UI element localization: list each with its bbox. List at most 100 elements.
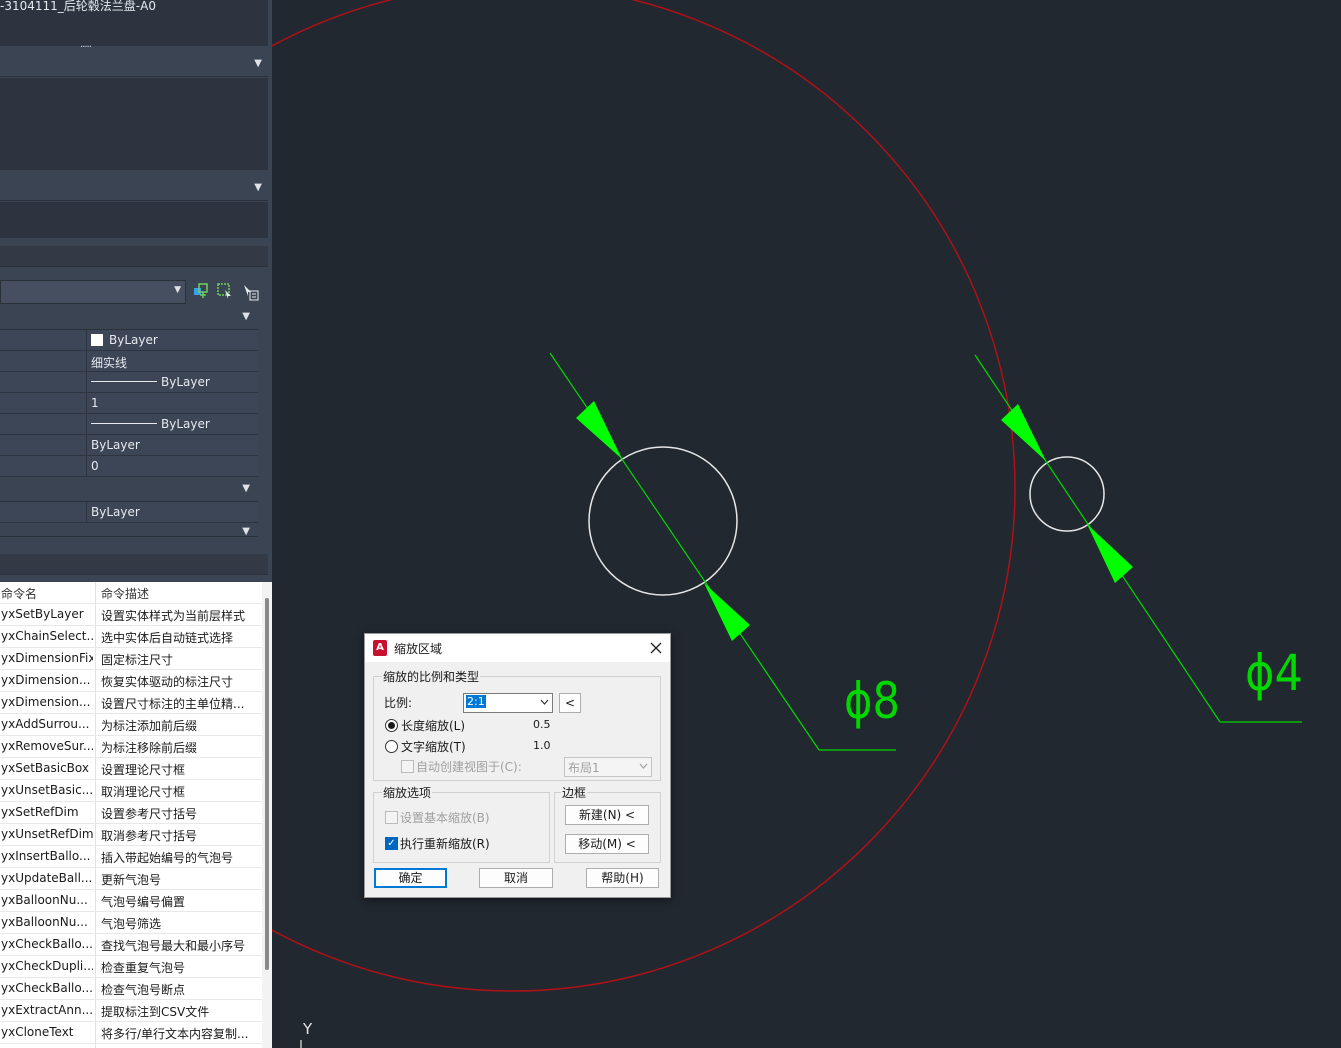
table-row[interactable]: yxCheckBallo... 查找气泡号最大和最小序号 [0,934,262,956]
command-name: yxInsertBallo... [1,849,91,863]
property-value: ByLayer [161,375,210,389]
panel-header-1[interactable]: ▼ [0,54,268,77]
column-header-desc[interactable]: 命令描述 [101,585,251,602]
layout-value: 布局1 [568,761,600,775]
table-row[interactable]: yxCloneText 将多行/单行文本内容复制... [0,1022,262,1044]
command-description: 设置理论尺寸框 [101,763,186,777]
table-row[interactable]: yxRemoveSur... 为标注移除前后缀 [0,736,262,758]
length-scale-radio[interactable] [385,719,398,732]
scale-options-group [373,792,550,863]
close-icon[interactable] [650,642,662,654]
table-row[interactable]: yxDimensionFix 固定标注尺寸 [0,648,262,670]
chevron-down-icon[interactable]: ▼ [254,58,262,69]
scale-value: 2:1 [466,695,486,708]
file-name[interactable]: -3104111_后轮毂法兰盘-A0 [0,0,156,14]
group-scale-label: 缩放的比例和类型 [382,668,481,685]
panel-body-2 [0,202,268,238]
length-scale-label[interactable]: 长度缩放(L) [401,717,465,734]
table-row[interactable]: yxUnsetBasic... 取消理论尺寸框 [0,780,262,802]
file-tab-area: -3104111_后轮毂法兰盘-A0 [0,0,268,46]
chevron-down-icon[interactable]: ▼ [254,182,262,193]
pick-scale-button[interactable]: < [559,693,581,713]
dimension-text-4[interactable]: ϕ4 [1245,644,1303,702]
dialog-title-bar[interactable]: A 缩放区域 [365,634,670,662]
table-row[interactable]: yxSetByLayer 设置实体样式为当前层样式 [0,604,262,626]
chevron-down-icon: ▼ [174,285,181,295]
table-row[interactable]: yxInsertBallo... 插入带起始编号的气泡号 [0,846,262,868]
scale-combobox[interactable]: 2:1 [463,693,553,713]
text-scale-radio[interactable] [385,740,398,753]
ok-button[interactable]: 确定 [374,868,447,888]
collapsed-section-header[interactable]: ▼ [0,524,258,537]
column-header-name[interactable]: 命令名 [1,585,93,602]
object-select-dropdown[interactable]: ▼ [0,280,186,304]
white-circle-small[interactable] [1029,456,1105,532]
property-row[interactable]: ByLayer [0,330,258,351]
property-row[interactable]: 0 [0,456,258,477]
white-circle-large[interactable] [588,446,738,596]
command-description: 取消参考尺寸括号 [101,829,198,843]
property-value: ByLayer [161,417,210,431]
table-row[interactable]: yxDimension... 设置尺寸标注的主单位精... [0,692,262,714]
properties-table: ByLayer 细实线 ByLayer 1 ByLayer ByLayer 0 [0,330,258,477]
misc-section-header[interactable]: ▼ [0,479,258,502]
command-name: yxSetBasicBox [1,761,89,775]
table-row[interactable]: yxSetRefDim 设置参考尺寸括号 [0,802,262,824]
ucs-y-label: Y [302,1020,313,1038]
property-row[interactable]: ByLayer [0,414,258,435]
table-row[interactable]: yxBalloonNu... 气泡号编号偏置 [0,890,262,912]
text-scale-value: 1.0 [533,739,551,752]
general-section-header[interactable]: ▼ [0,307,258,330]
command-name: yxDimension... [1,673,91,687]
command-description: 设置尺寸标注的主单位精... [101,697,245,711]
command-table: 命令名 命令描述 yxSetByLayer 设置实体样式为当前层样式 yxChain… [0,582,262,1048]
chevron-down-icon[interactable]: ▼ [242,311,250,322]
property-value: ByLayer [91,505,140,519]
scrollbar-thumb[interactable] [265,598,269,970]
text-scale-label[interactable]: 文字缩放(T) [401,738,466,755]
table-row[interactable]: yxUpdateBall... 更新气泡号 [0,868,262,890]
table-header: 命令名 命令描述 [0,582,262,604]
quick-select-icon[interactable] [193,283,209,299]
command-description: 选中实体后自动链式选择 [101,631,234,645]
table-row[interactable]: yxSetBasicBox 设置理论尺寸框 [0,758,262,780]
table-row[interactable]: yxCheckBallo... 检查气泡号断点 [0,978,262,1000]
panel-splitter[interactable]: ····· [80,42,92,53]
select-objects-icon[interactable] [217,283,233,299]
property-row[interactable]: ByLayer [0,435,258,456]
property-row[interactable]: 1 [0,393,258,414]
set-base-scale-checkbox[interactable] [385,811,398,824]
command-description: 设置参考尺寸括号 [101,807,198,821]
layout-combobox[interactable]: 布局1 [564,757,652,777]
panel-header-2[interactable]: ▼ [0,178,268,201]
table-row[interactable]: yxCheckDupli... 检查重复气泡号 [0,956,262,978]
auto-create-view-checkbox[interactable] [401,760,414,773]
cancel-button[interactable]: 取消 [479,868,553,888]
table-row[interactable]: yxUnsetRefDim 取消参考尺寸括号 [0,824,262,846]
property-row[interactable]: ByLayer [0,372,258,393]
dimension-text-8[interactable]: ϕ8 [844,672,900,730]
left-panel: -3104111_后轮毂法兰盘-A0 ····· ▼ ▼ ▼ ▼ ByLayer… [0,0,272,1048]
lineweight-sample-icon [91,423,157,424]
property-row[interactable]: 细实线 [0,351,258,372]
table-row[interactable]: yxDimension... 恢复实体驱动的标注尺寸 [0,670,262,692]
command-name: yxCloneText [1,1025,74,1039]
group-frame-label: 边框 [561,784,588,801]
table-row[interactable]: yxBalloonNu... 气泡号筛选 [0,912,262,934]
help-button[interactable]: 帮助(H) [586,868,659,888]
new-frame-button[interactable]: 新建(N) < [565,805,649,825]
move-frame-button[interactable]: 移动(M) < [565,834,649,854]
auto-create-view-label: 自动创建视图于(C): [416,760,522,774]
toggle-pickadd-icon[interactable] [241,283,259,301]
diameter-dimension-2[interactable]: ϕ4 [974,354,1303,723]
rescale-label[interactable]: 执行重新缩放(R) [400,835,490,852]
command-description: 恢复实体驱动的标注尺寸 [101,675,234,689]
property-row[interactable]: ByLayer [0,502,258,523]
chevron-down-icon[interactable]: ▼ [242,483,250,494]
table-row[interactable]: yxIntersect将两条直线延伸或修剪至... [0,1044,262,1048]
table-row[interactable]: yxAddSurrou... 为标注添加前后缀 [0,714,262,736]
chevron-down-icon[interactable]: ▼ [242,526,250,537]
table-row[interactable]: yxChainSelect... 选中实体后自动链式选择 [0,626,262,648]
rescale-checkbox[interactable]: ✓ [385,837,398,850]
table-row[interactable]: yxExtractAnn... 提取标注到CSV文件 [0,1000,262,1022]
